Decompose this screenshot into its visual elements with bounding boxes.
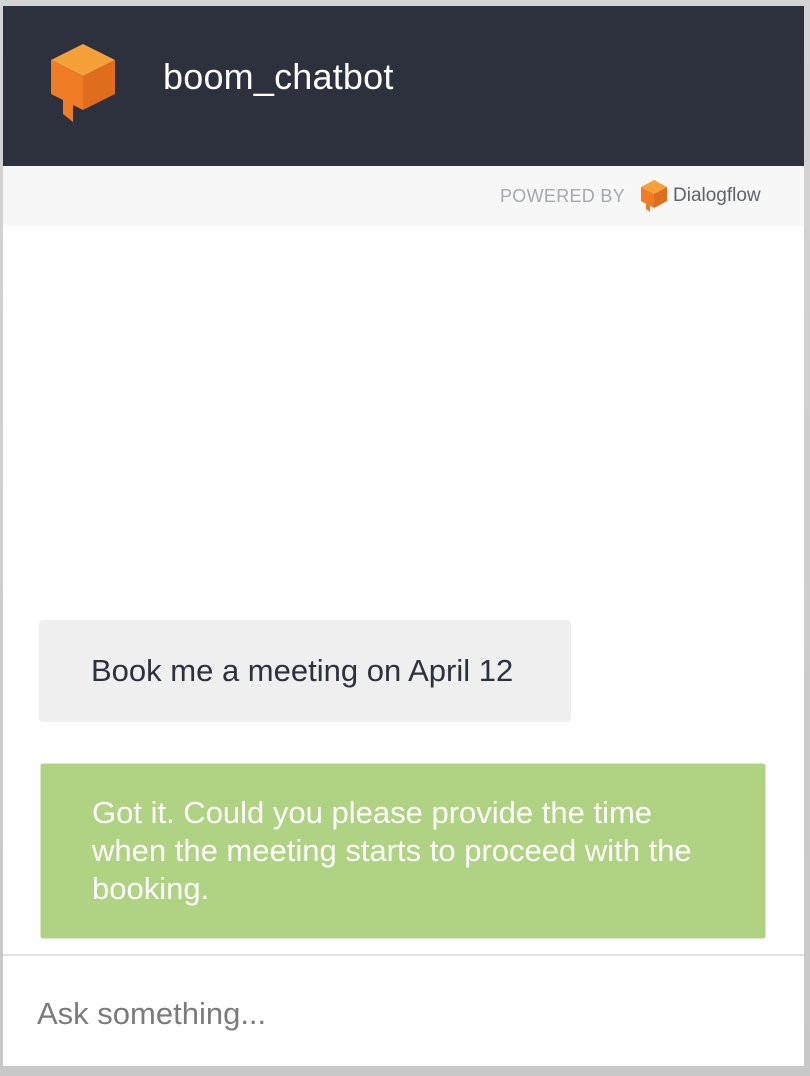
user-message-bubble: Book me a meeting on April 12 (39, 620, 571, 722)
powered-by-label: POWERED BY (500, 186, 626, 206)
dialogflow-logo-icon (641, 180, 667, 212)
chat-window: boom_chatbot POWERED BY Dialogflow Book … (3, 6, 804, 1066)
dialogflow-brand-name: Dialogflow (673, 185, 761, 206)
bot-message-bubble: Got it. Could you please provide the tim… (40, 763, 766, 939)
ask-input[interactable] (37, 986, 777, 1042)
browser-frame: boom_chatbot POWERED BY Dialogflow Book … (0, 0, 810, 1076)
dialogflow-cube-speech-icon (51, 44, 115, 122)
bot-title: boom_chatbot (163, 56, 394, 97)
chat-header: boom_chatbot (3, 6, 804, 166)
